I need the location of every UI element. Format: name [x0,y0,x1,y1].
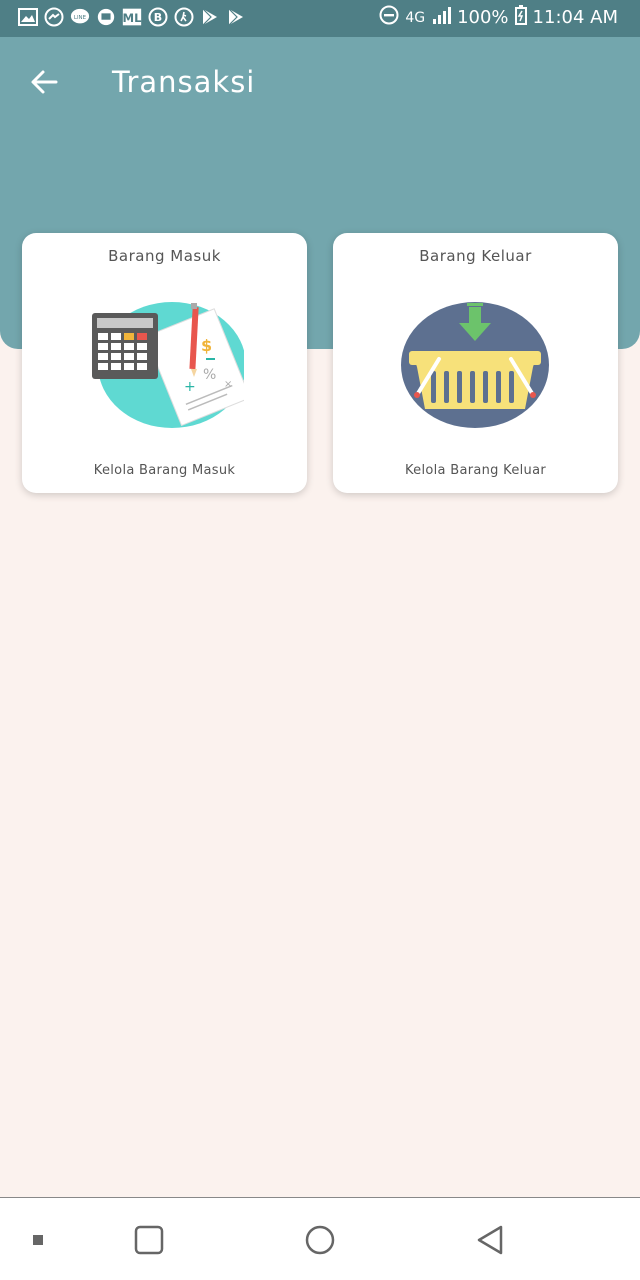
chat-icon [96,7,116,27]
back-button[interactable] [24,60,64,104]
dnd-icon [379,5,399,30]
svg-text:B: B [154,11,162,24]
svg-text:×: × [224,379,232,390]
notification-icons: LINE ML B [18,7,246,27]
card-subtitle: Kelola Barang Masuk [93,463,236,478]
card-title: Barang Keluar [419,247,532,265]
calculator-icon: $ % + × [92,302,244,428]
home-button[interactable] [300,1220,340,1260]
svg-text:+: + [184,379,196,395]
circle-icon [305,1225,335,1255]
battery-percent: 100% [457,7,509,28]
card-barang-keluar[interactable]: Barang Keluar Kelola Barang Keluar [333,233,618,493]
page-title: Transaksi [112,65,256,99]
play-store-icon [226,7,246,27]
card-subtitle: Kelola Barang Keluar [404,463,546,478]
svg-text:ML: ML [122,11,142,25]
system-status: 4G 100% 11:04 AM [379,5,618,30]
dot-icon [33,1235,43,1245]
messenger-icon [44,7,64,27]
signal-icon [431,6,452,29]
status-bar: LINE ML B 4G 100% 11:04 AM [0,0,640,37]
play-store-icon [200,7,220,27]
svg-text:LINE: LINE [74,15,87,21]
walk-icon [174,7,194,27]
recent-apps-button[interactable] [129,1220,169,1260]
back-nav-button[interactable] [470,1220,510,1260]
line-icon: LINE [70,7,90,27]
ml-icon: ML [122,7,142,27]
arrow-left-icon [31,70,58,94]
svg-text:$: $ [201,336,212,355]
svg-text:%: % [203,367,216,383]
b-icon: B [148,7,168,27]
gallery-icon [18,7,38,27]
menu-dot-button[interactable] [18,1220,58,1260]
clock: 11:04 AM [532,7,618,28]
network-type: 4G [405,9,426,26]
card-title: Barang Masuk [108,247,221,265]
triangle-back-icon [477,1225,503,1255]
basket-icon [401,302,549,428]
navigation-bar [0,1198,640,1280]
battery-icon [514,5,527,30]
card-barang-masuk[interactable]: Barang Masuk $ % + × Kelola Barang Masuk [22,233,307,493]
square-icon [134,1225,164,1255]
